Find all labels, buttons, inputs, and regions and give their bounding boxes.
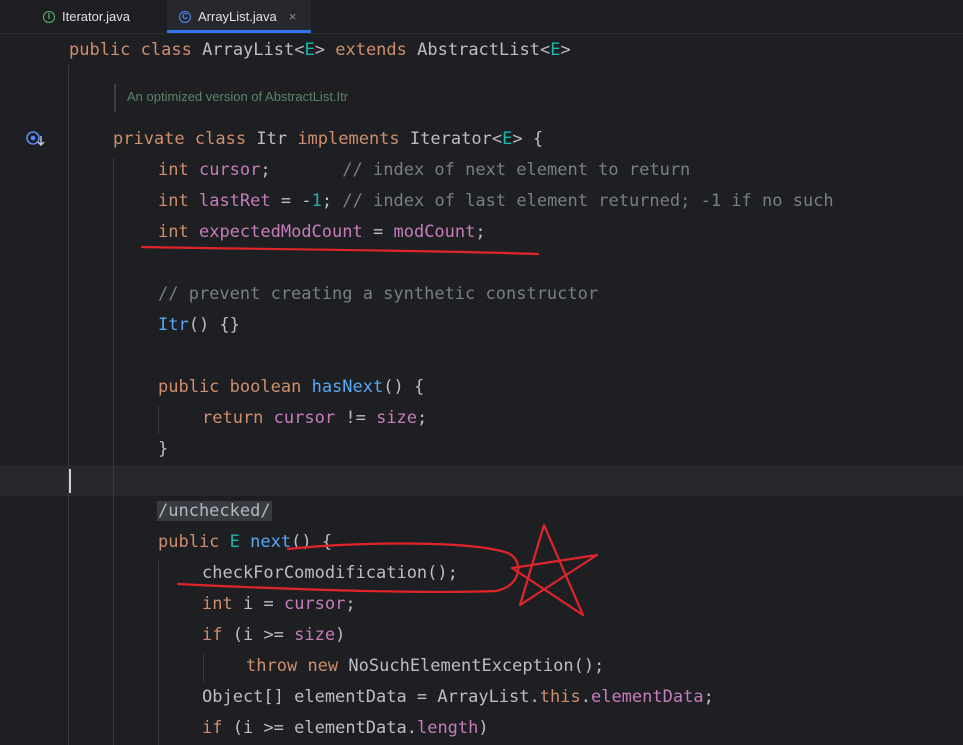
underline-annotation <box>140 245 540 256</box>
loop-annotation <box>176 542 520 594</box>
star-annotation <box>510 523 599 617</box>
red-annotation-overlay <box>140 245 599 617</box>
